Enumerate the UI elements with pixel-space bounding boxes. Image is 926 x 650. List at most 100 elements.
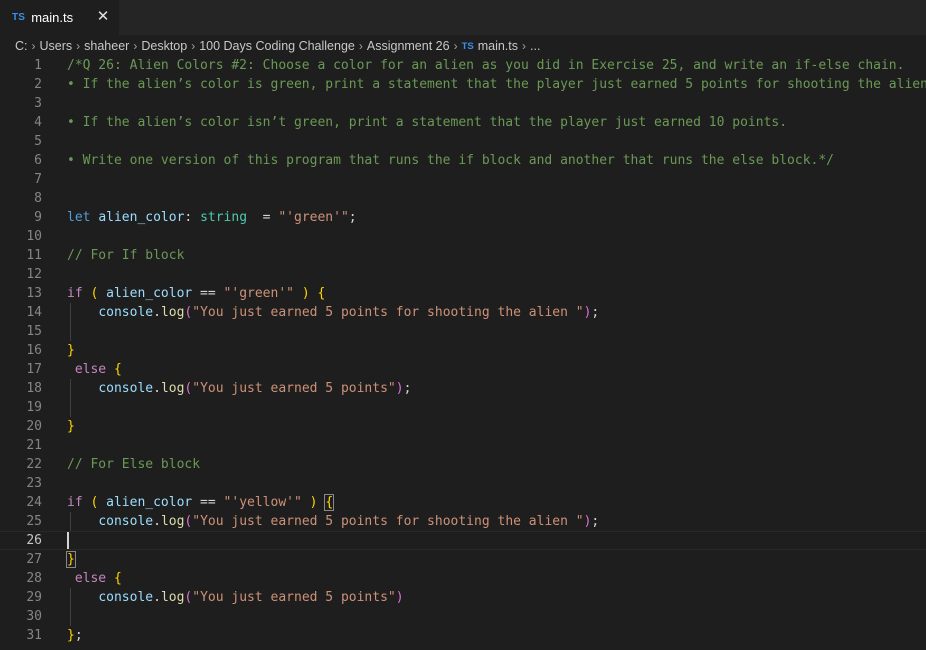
code-line[interactable]: 4 • If the alien’s color isn’t green, pri… (0, 113, 926, 132)
code-line[interactable]: 10 (0, 227, 926, 246)
code-token: if (67, 495, 83, 510)
code-line[interactable]: 11 // For If block (0, 246, 926, 265)
code-token: // For Else block (67, 457, 201, 472)
code-line[interactable]: 9 let alien_color: string = "'green'"; (0, 208, 926, 227)
code-token: "'yellow'" (223, 495, 302, 510)
code-line[interactable]: 17 else { (0, 360, 926, 379)
line-number: 11 (26, 248, 42, 263)
line-number: 13 (26, 286, 42, 301)
breadcrumb-item[interactable]: Desktop (141, 39, 187, 53)
code-token: } (67, 628, 75, 643)
code-token: • If the alien’s color isn’t green, prin… (67, 115, 788, 130)
indent-guide (70, 379, 71, 417)
code-line[interactable]: 5 (0, 132, 926, 151)
code-token: } (67, 419, 75, 434)
code-token: == (192, 286, 224, 301)
line-number: 28 (26, 571, 42, 586)
code-token: console (98, 514, 154, 529)
chevron-right-icon: › (31, 39, 36, 53)
code-token: = (247, 210, 279, 225)
code-token: log (160, 305, 185, 320)
code-line[interactable]: 20} (0, 417, 926, 436)
code-token: /*Q 26: Alien Colors #2: Choose a color … (67, 58, 905, 73)
line-number: 7 (34, 172, 42, 187)
code-text: else { (67, 569, 122, 588)
tab-main-ts[interactable]: TS main.ts ✕ (0, 0, 119, 35)
code-text: // For Else block (67, 455, 200, 474)
code-line[interactable]: 31}; (0, 626, 926, 645)
code-line[interactable]: 3 (0, 94, 926, 113)
breadcrumb-item[interactable]: Assignment 26 (367, 39, 450, 53)
breadcrumb: C: › Users › shaheer › Desktop › 100 Day… (0, 35, 926, 57)
code-line[interactable]: 2 • If the alien’s color is green, print … (0, 75, 926, 94)
code-line[interactable]: 1 /*Q 26: Alien Colors #2: Choose a color… (0, 56, 926, 75)
line-number: 9 (34, 210, 42, 225)
code-line[interactable]: 15 (0, 322, 926, 341)
code-line[interactable]: 27} (0, 550, 926, 569)
breadcrumb-more[interactable]: ... (530, 39, 540, 53)
code-token: : (184, 210, 201, 225)
chevron-right-icon: › (522, 39, 526, 53)
code-text: // For If block (67, 246, 184, 265)
line-number: 3 (34, 96, 42, 111)
code-token: == (192, 495, 224, 510)
breadcrumb-item[interactable]: Users (40, 39, 73, 53)
indent-guide (70, 303, 71, 341)
code-text: } (66, 550, 76, 569)
line-number: 4 (34, 115, 42, 130)
code-token: . (153, 381, 161, 396)
code-line[interactable]: 28 else { (0, 569, 926, 588)
breadcrumb-item[interactable]: shaheer (84, 39, 129, 53)
code-line[interactable]: 30 (0, 607, 926, 626)
line-number: 20 (26, 419, 42, 434)
text-cursor (67, 532, 69, 549)
breadcrumb-item[interactable]: 100 Days Coding Challenge (199, 39, 355, 53)
code-line[interactable]: 13 if ( alien_color == "'green'" ) { (0, 284, 926, 303)
code-line[interactable]: 18 console.log("You just earned 5 points… (0, 379, 926, 398)
code-line[interactable]: 6 • Write one version of this program tha… (0, 151, 926, 170)
line-number: 1 (34, 58, 42, 73)
code-token: console (98, 590, 154, 605)
code-line[interactable]: 23 (0, 474, 926, 493)
code-line[interactable]: 24 if ( alien_color == "'yellow'" ) { (0, 493, 926, 512)
code-line[interactable]: 21 (0, 436, 926, 455)
code-line[interactable]: 8 (0, 189, 926, 208)
code-text: • Write one version of this program that… (67, 151, 834, 170)
breadcrumb-file[interactable]: main.ts (478, 39, 518, 53)
line-number: 21 (26, 438, 42, 453)
line-number: 14 (26, 305, 42, 320)
code-text: • If the alien’s color is green, print a… (67, 75, 926, 94)
code-text: if ( alien_color == "'green'" ) { (67, 284, 325, 303)
code-line[interactable]: 29 console.log("You just earned 5 points… (0, 588, 926, 607)
code-editor[interactable]: 1 /*Q 26: Alien Colors #2: Choose a color… (0, 56, 926, 650)
code-token: ; (591, 305, 600, 320)
close-icon[interactable]: ✕ (95, 9, 111, 25)
line-number: 8 (34, 191, 42, 206)
tab-bar: TS main.ts ✕ (0, 0, 926, 35)
code-text: let alien_color: string = "'green'"; (67, 208, 357, 227)
line-number: 19 (26, 400, 42, 415)
code-line[interactable]: 19 (0, 398, 926, 417)
code-token: • Write one version of this program that… (67, 153, 835, 168)
code-line[interactable]: 14 console.log("You just earned 5 points… (0, 303, 926, 322)
code-text: if ( alien_color == "'yellow'" ) { (67, 493, 335, 512)
code-token: "You just earned 5 points for shooting t… (192, 514, 584, 529)
breadcrumb-item[interactable]: C: (15, 39, 28, 53)
code-line[interactable]: 26 (0, 531, 926, 550)
code-line[interactable]: 12 (0, 265, 926, 284)
code-line[interactable]: 22 // For Else block (0, 455, 926, 474)
code-token: { (324, 494, 335, 511)
code-line[interactable]: 25 console.log("You just earned 5 points… (0, 512, 926, 531)
line-number: 22 (26, 457, 42, 472)
line-number: 29 (26, 590, 42, 605)
code-line[interactable]: 7 (0, 170, 926, 189)
code-text: console.log("You just earned 5 points fo… (67, 303, 599, 322)
line-number: 25 (26, 514, 42, 529)
code-token: "'green'" (223, 286, 294, 301)
code-token: } (67, 343, 75, 358)
code-line[interactable]: 16} (0, 341, 926, 360)
